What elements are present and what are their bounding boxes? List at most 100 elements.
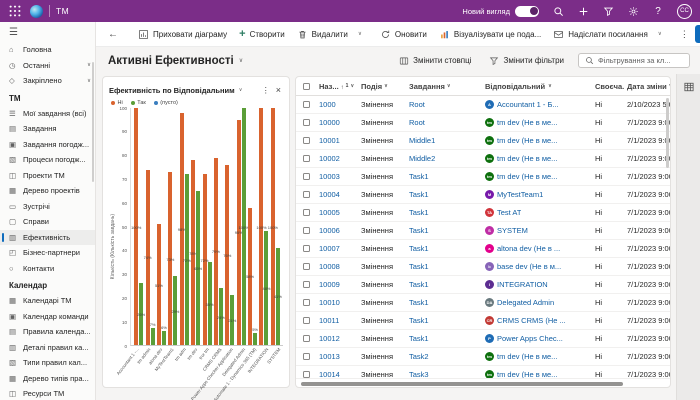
responsible-link[interactable]: Test AT [497,208,521,217]
row-checkbox[interactable] [303,263,310,270]
bar-tak[interactable]: 5% [253,333,257,345]
select-all-checkbox[interactable] [303,83,310,90]
grid-panel-icon[interactable] [683,80,695,92]
cell-id[interactable]: 10012 [316,334,358,343]
cell-task[interactable]: Task1 [406,262,482,271]
table-row[interactable]: 10005ЗміненняTask1TATest ATНі7/1/2023 9:… [296,204,670,222]
sidebar-item[interactable]: ☰Мої завдання (всі) [0,106,95,122]
responsible-link[interactable]: Power Apps Chec... [497,334,563,343]
view-title[interactable]: Активні Ефективності [108,55,234,67]
settings-gear-icon[interactable] [627,5,639,17]
bar-tak[interactable]: 41% [276,248,280,345]
column-header[interactable]: Дата зміни [624,82,671,91]
responsible-link[interactable]: tm dev (Не в ме... [497,172,557,181]
cell-task[interactable]: Task1 [406,298,482,307]
vertical-scrollbar-thumb[interactable] [666,98,669,168]
cell-id[interactable]: 10011 [316,316,358,325]
cell-task[interactable]: Task1 [406,226,482,235]
responsible-link[interactable]: INTEGRATION [497,280,548,289]
delete-button[interactable]: Видалити [291,26,354,43]
table-row[interactable]: 1000ЗміненняRootAAccountant 1 - Б...Ні2/… [296,96,670,114]
cell-task[interactable]: Task1 [406,316,482,325]
cell-id[interactable]: 10014 [316,370,358,378]
bar-tak[interactable]: 72% [185,174,189,345]
table-row[interactable]: 10001ЗміненняMiddle1tmtm dev (Не в ме...… [296,132,670,150]
cell-task[interactable]: Middle2 [406,154,482,163]
sidebar-scrollbar[interactable] [92,62,94,182]
column-header[interactable]: Відповідальний [482,82,592,91]
sidebar-item[interactable]: ▧Процеси погодж... [0,152,95,168]
row-checkbox[interactable] [303,191,310,198]
chart-selector-chevron-icon[interactable] [239,87,243,93]
send-link-dropdown-chevron-icon[interactable] [654,28,666,40]
cell-id[interactable]: 10001 [316,136,358,145]
cell-task[interactable]: Task2 [406,352,482,361]
sidebar-item[interactable]: ◰Бізнес-партнери [0,245,95,261]
row-checkbox[interactable] [303,137,310,144]
sidebar-item[interactable]: ▦Дерево типів пра... [0,371,95,387]
row-checkbox[interactable] [303,101,310,108]
visualize-button[interactable]: Візуалізувати це пода... [433,26,547,43]
sidebar-item[interactable]: ▢Справи [0,214,95,230]
cell-task[interactable]: Root [406,100,482,109]
cell-id[interactable]: 10008 [316,262,358,271]
row-checkbox[interactable] [303,281,310,288]
table-row[interactable]: 10010ЗміненняTask1DADelegated AdminНі7/1… [296,294,670,312]
cell-id[interactable]: 1000 [316,100,358,109]
cell-id[interactable]: 10009 [316,280,358,289]
bar-tak[interactable]: 29% [173,276,177,345]
cell-task[interactable]: Task1 [406,244,482,253]
row-checkbox[interactable] [303,119,310,126]
bar-ni[interactable]: 72% [203,174,207,345]
bar-ni[interactable]: 98% [180,113,184,345]
cell-id[interactable]: 10010 [316,298,358,307]
sidebar-item[interactable]: ▦Дерево проектів [0,183,95,199]
cell-id[interactable]: 10002 [316,154,358,163]
share-button[interactable]: Надати спільний доступ [695,25,700,43]
table-row[interactable]: 10009ЗміненняTask1IINTEGRATIONНі7/1/2023… [296,276,670,294]
sidebar-item[interactable]: ▧Типи правил кал... [0,355,95,371]
quick-create-icon[interactable] [577,5,589,17]
cell-id[interactable]: 10013 [316,352,358,361]
chart-more-icon[interactable] [258,86,274,95]
sidebar-item[interactable]: ▣Завдання погодж... [0,137,95,153]
grid-filter-input[interactable] [598,56,683,65]
responsible-link[interactable]: base dev (Не в м... [497,262,561,271]
new-look-toggle[interactable] [515,6,539,17]
bar-tak[interactable]: 48% [264,231,268,345]
cell-task[interactable]: Task1 [406,172,482,181]
grid-filter-searchbox[interactable] [578,53,690,68]
table-row[interactable]: 10014ЗміненняTask3tmtm dev (Не в ме...Ні… [296,366,670,378]
hide-chart-button[interactable]: Приховати діаграму [132,26,233,43]
sidebar-collapse-icon[interactable] [0,25,95,42]
table-row[interactable]: 10007ЗміненняTask1aaltona dev (Не в ...Н… [296,240,670,258]
bar-ni[interactable]: 95% [237,120,241,345]
bar-ni[interactable]: 73% [168,172,172,345]
cell-id[interactable]: 10005 [316,208,358,217]
responsible-link[interactable]: Accountant 1 - Б... [497,100,559,109]
sidebar-item[interactable]: ◫Проекти TM [0,168,95,184]
horizontal-scrollbar-thumb[interactable] [301,382,623,386]
refresh-button[interactable]: Оновити [374,26,433,43]
responsible-link[interactable]: tm dev (Не в ме... [497,154,557,163]
cell-task[interactable]: Task1 [406,280,482,289]
sidebar-item[interactable]: ▤Завдання [0,121,95,137]
cell-task[interactable]: Root [406,118,482,127]
cell-task[interactable]: Task3 [406,370,482,378]
responsible-link[interactable]: CRMS CRMS (Не ... [497,316,566,325]
sidebar-item[interactable]: ▤Правила календа... [0,324,95,340]
sidebar-item[interactable]: ○Контакти [0,261,95,277]
bar-ni[interactable]: 100% [259,108,263,345]
filter-icon[interactable] [602,5,614,17]
bar-tak[interactable]: 6% [162,331,166,345]
responsible-link[interactable]: tm dev (Не в ме... [497,370,557,378]
cell-id[interactable]: 10007 [316,244,358,253]
cell-task[interactable]: Task1 [406,190,482,199]
column-header[interactable]: Своєча... [592,82,624,91]
table-row[interactable]: 10002ЗміненняMiddle2tmtm dev (Не в ме...… [296,150,670,168]
responsible-link[interactable]: tm dev (Не в ме... [497,136,557,145]
responsible-link[interactable]: altona dev (Не в ... [497,244,560,253]
row-checkbox[interactable] [303,173,310,180]
sidebar-item[interactable]: ▦Календарі TM [0,293,95,309]
row-checkbox[interactable] [303,371,310,378]
